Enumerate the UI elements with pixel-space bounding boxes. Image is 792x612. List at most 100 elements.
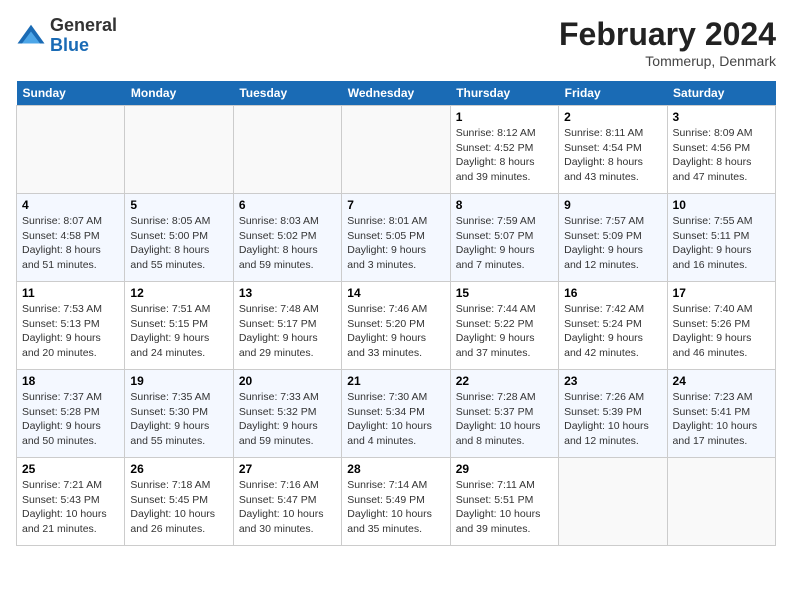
calendar-cell: 10Sunrise: 7:55 AMSunset: 5:11 PMDayligh… bbox=[667, 194, 775, 282]
cell-sun-info: Sunrise: 8:11 AMSunset: 4:54 PMDaylight:… bbox=[564, 126, 661, 185]
weekday-header-tuesday: Tuesday bbox=[233, 81, 341, 106]
cell-sun-info: Sunrise: 8:05 AMSunset: 5:00 PMDaylight:… bbox=[130, 214, 227, 273]
cell-sun-info: Sunrise: 7:33 AMSunset: 5:32 PMDaylight:… bbox=[239, 390, 336, 449]
day-number: 23 bbox=[564, 374, 661, 388]
day-number: 27 bbox=[239, 462, 336, 476]
day-number: 29 bbox=[456, 462, 553, 476]
calendar-cell: 5 Sunrise: 8:05 AMSunset: 5:00 PMDaylight… bbox=[125, 194, 233, 282]
calendar-cell: 2 Sunrise: 8:11 AMSunset: 4:54 PMDaylight… bbox=[559, 106, 667, 194]
calendar-cell: 12Sunrise: 7:51 AMSunset: 5:15 PMDayligh… bbox=[125, 282, 233, 370]
cell-sun-info: Sunrise: 7:35 AMSunset: 5:30 PMDaylight:… bbox=[130, 390, 227, 449]
cell-sun-info: Sunrise: 7:14 AMSunset: 5:49 PMDaylight:… bbox=[347, 478, 444, 537]
cell-sun-info: Sunrise: 7:42 AMSunset: 5:24 PMDaylight:… bbox=[564, 302, 661, 361]
calendar-table: SundayMondayTuesdayWednesdayThursdayFrid… bbox=[16, 81, 776, 546]
cell-sun-info: Sunrise: 8:09 AMSunset: 4:56 PMDaylight:… bbox=[673, 126, 770, 185]
day-number: 9 bbox=[564, 198, 661, 212]
cell-sun-info: Sunrise: 7:37 AMSunset: 5:28 PMDaylight:… bbox=[22, 390, 119, 449]
calendar-cell: 15 Sunrise: 7:44 AMSunset: 5:22 PMDayligh… bbox=[450, 282, 558, 370]
calendar-cell: 23Sunrise: 7:26 AMSunset: 5:39 PMDayligh… bbox=[559, 370, 667, 458]
day-number: 1 bbox=[456, 110, 553, 124]
day-number: 13 bbox=[239, 286, 336, 300]
page-header: General Blue February 2024 Tommerup, Den… bbox=[16, 16, 776, 69]
calendar-week-row: 25 Sunrise: 7:21 AMSunset: 5:43 PMDayligh… bbox=[17, 458, 776, 546]
calendar-cell bbox=[233, 106, 341, 194]
calendar-cell: 24 Sunrise: 7:23 AMSunset: 5:41 PMDayligh… bbox=[667, 370, 775, 458]
day-number: 8 bbox=[456, 198, 553, 212]
calendar-cell: 20 Sunrise: 7:33 AMSunset: 5:32 PMDayligh… bbox=[233, 370, 341, 458]
logo-icon bbox=[16, 21, 46, 51]
cell-sun-info: Sunrise: 7:16 AMSunset: 5:47 PMDaylight:… bbox=[239, 478, 336, 537]
calendar-cell: 16 Sunrise: 7:42 AMSunset: 5:24 PMDayligh… bbox=[559, 282, 667, 370]
weekday-header-friday: Friday bbox=[559, 81, 667, 106]
calendar-cell bbox=[125, 106, 233, 194]
calendar-week-row: 11 Sunrise: 7:53 AMSunset: 5:13 PMDayligh… bbox=[17, 282, 776, 370]
day-number: 21 bbox=[347, 374, 444, 388]
day-number: 5 bbox=[130, 198, 227, 212]
day-number: 25 bbox=[22, 462, 119, 476]
cell-sun-info: Sunrise: 8:07 AMSunset: 4:58 PMDaylight:… bbox=[22, 214, 119, 273]
calendar-cell: 1 Sunrise: 8:12 AMSunset: 4:52 PMDaylight… bbox=[450, 106, 558, 194]
day-number: 7 bbox=[347, 198, 444, 212]
day-number: 4 bbox=[22, 198, 119, 212]
day-number: 24 bbox=[673, 374, 770, 388]
calendar-subtitle: Tommerup, Denmark bbox=[559, 53, 776, 69]
day-number: 16 bbox=[564, 286, 661, 300]
day-number: 26 bbox=[130, 462, 227, 476]
day-number: 12 bbox=[130, 286, 227, 300]
calendar-cell: 7Sunrise: 8:01 AMSunset: 5:05 PMDaylight… bbox=[342, 194, 450, 282]
day-number: 15 bbox=[456, 286, 553, 300]
calendar-week-row: 18 Sunrise: 7:37 AMSunset: 5:28 PMDayligh… bbox=[17, 370, 776, 458]
calendar-cell: 14 Sunrise: 7:46 AMSunset: 5:20 PMDayligh… bbox=[342, 282, 450, 370]
weekday-header-monday: Monday bbox=[125, 81, 233, 106]
logo: General Blue bbox=[16, 16, 117, 56]
day-number: 11 bbox=[22, 286, 119, 300]
cell-sun-info: Sunrise: 7:44 AMSunset: 5:22 PMDaylight:… bbox=[456, 302, 553, 361]
calendar-cell: 6 Sunrise: 8:03 AMSunset: 5:02 PMDaylight… bbox=[233, 194, 341, 282]
cell-sun-info: Sunrise: 7:55 AMSunset: 5:11 PMDaylight:… bbox=[673, 214, 770, 273]
day-number: 19 bbox=[130, 374, 227, 388]
cell-sun-info: Sunrise: 7:48 AMSunset: 5:17 PMDaylight:… bbox=[239, 302, 336, 361]
day-number: 28 bbox=[347, 462, 444, 476]
cell-sun-info: Sunrise: 8:12 AMSunset: 4:52 PMDaylight:… bbox=[456, 126, 553, 185]
calendar-cell: 11 Sunrise: 7:53 AMSunset: 5:13 PMDayligh… bbox=[17, 282, 125, 370]
weekday-header-wednesday: Wednesday bbox=[342, 81, 450, 106]
calendar-cell: 8 Sunrise: 7:59 AMSunset: 5:07 PMDaylight… bbox=[450, 194, 558, 282]
cell-sun-info: Sunrise: 7:18 AMSunset: 5:45 PMDaylight:… bbox=[130, 478, 227, 537]
calendar-cell: 29 Sunrise: 7:11 AMSunset: 5:51 PMDayligh… bbox=[450, 458, 558, 546]
cell-sun-info: Sunrise: 7:28 AMSunset: 5:37 PMDaylight:… bbox=[456, 390, 553, 449]
calendar-cell bbox=[342, 106, 450, 194]
cell-sun-info: Sunrise: 7:46 AMSunset: 5:20 PMDaylight:… bbox=[347, 302, 444, 361]
calendar-week-row: 4 Sunrise: 8:07 AMSunset: 4:58 PMDaylight… bbox=[17, 194, 776, 282]
cell-sun-info: Sunrise: 7:21 AMSunset: 5:43 PMDaylight:… bbox=[22, 478, 119, 537]
day-number: 20 bbox=[239, 374, 336, 388]
cell-sun-info: Sunrise: 8:03 AMSunset: 5:02 PMDaylight:… bbox=[239, 214, 336, 273]
cell-sun-info: Sunrise: 7:30 AMSunset: 5:34 PMDaylight:… bbox=[347, 390, 444, 449]
calendar-title: February 2024 bbox=[559, 16, 776, 53]
cell-sun-info: Sunrise: 7:23 AMSunset: 5:41 PMDaylight:… bbox=[673, 390, 770, 449]
calendar-cell: 22Sunrise: 7:28 AMSunset: 5:37 PMDayligh… bbox=[450, 370, 558, 458]
calendar-cell: 3Sunrise: 8:09 AMSunset: 4:56 PMDaylight… bbox=[667, 106, 775, 194]
calendar-cell bbox=[667, 458, 775, 546]
calendar-cell bbox=[559, 458, 667, 546]
day-number: 18 bbox=[22, 374, 119, 388]
cell-sun-info: Sunrise: 7:57 AMSunset: 5:09 PMDaylight:… bbox=[564, 214, 661, 273]
weekday-header-thursday: Thursday bbox=[450, 81, 558, 106]
day-number: 17 bbox=[673, 286, 770, 300]
calendar-cell: 21 Sunrise: 7:30 AMSunset: 5:34 PMDayligh… bbox=[342, 370, 450, 458]
cell-sun-info: Sunrise: 7:11 AMSunset: 5:51 PMDaylight:… bbox=[456, 478, 553, 537]
cell-sun-info: Sunrise: 7:40 AMSunset: 5:26 PMDaylight:… bbox=[673, 302, 770, 361]
calendar-cell: 28 Sunrise: 7:14 AMSunset: 5:49 PMDayligh… bbox=[342, 458, 450, 546]
calendar-cell: 13 Sunrise: 7:48 AMSunset: 5:17 PMDayligh… bbox=[233, 282, 341, 370]
calendar-week-row: 1 Sunrise: 8:12 AMSunset: 4:52 PMDaylight… bbox=[17, 106, 776, 194]
calendar-cell: 26 Sunrise: 7:18 AMSunset: 5:45 PMDayligh… bbox=[125, 458, 233, 546]
day-number: 14 bbox=[347, 286, 444, 300]
calendar-cell: 18 Sunrise: 7:37 AMSunset: 5:28 PMDayligh… bbox=[17, 370, 125, 458]
day-number: 2 bbox=[564, 110, 661, 124]
weekday-header-sunday: Sunday bbox=[17, 81, 125, 106]
calendar-cell: 19 Sunrise: 7:35 AMSunset: 5:30 PMDayligh… bbox=[125, 370, 233, 458]
cell-sun-info: Sunrise: 7:53 AMSunset: 5:13 PMDaylight:… bbox=[22, 302, 119, 361]
logo-blue-text: Blue bbox=[50, 35, 89, 55]
cell-sun-info: Sunrise: 7:59 AMSunset: 5:07 PMDaylight:… bbox=[456, 214, 553, 273]
day-number: 6 bbox=[239, 198, 336, 212]
calendar-cell bbox=[17, 106, 125, 194]
